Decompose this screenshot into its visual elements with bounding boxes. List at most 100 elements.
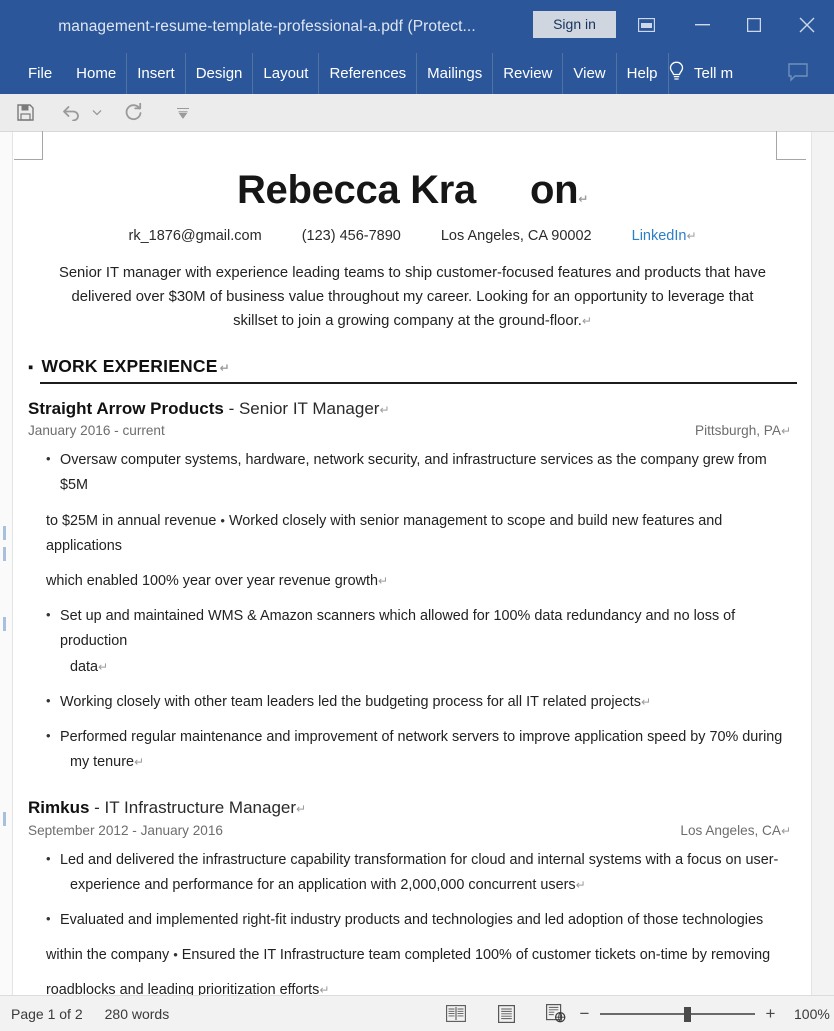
tell-me-search[interactable]: Tell m: [668, 53, 733, 94]
bullet-text: which enabled 100% year over year revenu…: [46, 572, 378, 589]
section-divider: [40, 381, 797, 384]
document-canvas[interactable]: Rebecca Kra on↵ rk_1876@gmail.com (123) 4…: [0, 131, 834, 1031]
zoom-out-button[interactable]: −: [578, 1004, 591, 1024]
job-meta-1: September 2012 - January 2016 Los Angele…: [28, 823, 797, 838]
section-heading-label: WORK EXPERIENCE: [41, 355, 218, 376]
bullet-line: • Oversaw computer systems, hardware, net…: [28, 448, 797, 498]
print-layout-icon[interactable]: [494, 1003, 518, 1025]
quick-access-toolbar: [0, 94, 834, 132]
save-icon[interactable]: [8, 96, 42, 130]
contact-location: Los Angeles, CA 90002: [440, 228, 592, 244]
section-heading-work-experience: ▪ WORK EXPERIENCE ↵: [28, 356, 797, 377]
page-indicator[interactable]: Page 1 of 2: [11, 1006, 83, 1022]
view-buttons: [444, 1003, 568, 1025]
tab-design[interactable]: Design: [186, 53, 254, 94]
bullet-text: experience and performance for an applic…: [70, 876, 576, 893]
bullet-dot-icon: •: [46, 607, 51, 623]
bullet-dot-icon: •: [46, 911, 51, 927]
bullet-line: • Set up and maintained WMS & Amazon scan…: [28, 604, 797, 654]
bullet-text: Working closely with other team leaders …: [60, 693, 641, 710]
tab-review[interactable]: Review: [493, 53, 564, 94]
bullet-text: Set up and maintained WMS & Amazon scann…: [60, 608, 736, 650]
change-bar: [3, 547, 6, 561]
tab-help[interactable]: Help: [617, 53, 669, 94]
resume-summary: Senior IT manager with experience leadin…: [50, 262, 775, 334]
right-gutter: [811, 132, 834, 995]
job-role-1: IT Infrastructure Manager: [104, 798, 297, 818]
paragraph-mark: ↵: [575, 877, 586, 892]
bullet-dot-icon: •: [46, 850, 51, 866]
job-meta-0: January 2016 - current Pittsburgh, PA↵: [28, 423, 797, 438]
undo-dropdown-icon[interactable]: [88, 96, 106, 130]
job-dates-0: January 2016 - current: [28, 423, 165, 439]
paragraph-mark: ↵: [219, 360, 230, 375]
tab-home[interactable]: Home: [66, 53, 128, 94]
job-company-0: Straight Arrow Products: [28, 398, 224, 418]
sign-in-button[interactable]: Sign in: [533, 11, 616, 38]
bullet-line: • Led and delivered the infrastructure ca…: [28, 848, 797, 873]
contact-email: rk_1876@gmail.com: [128, 228, 262, 244]
minimize-icon[interactable]: [683, 6, 721, 44]
bullet-line: which enabled 100% year over year revenu…: [28, 569, 797, 594]
paragraph-mark: ↵: [578, 192, 589, 206]
zoom-control: − + 100%: [578, 1004, 834, 1024]
bullet-text: Evaluated and implemented right-fit indu…: [60, 912, 764, 929]
job-bullets-0: • Oversaw computer systems, hardware, net…: [28, 448, 797, 775]
undo-icon[interactable]: [54, 96, 88, 130]
resume-contact-row: rk_1876@gmail.com (123) 456-7890 Los Ang…: [28, 228, 797, 244]
tab-view[interactable]: View: [563, 53, 617, 94]
customize-quick-access-toolbar-icon[interactable]: [166, 96, 200, 130]
resume-name: Rebecca Kra on↵: [28, 168, 797, 212]
zoom-slider[interactable]: [600, 1006, 755, 1022]
contact-linkedin-link[interactable]: LinkedIn: [632, 228, 687, 244]
document-page[interactable]: Rebecca Kra on↵ rk_1876@gmail.com (123) 4…: [14, 131, 811, 1031]
paragraph-mark: ↵: [98, 659, 109, 674]
bullet-line: • Performed regular maintenance and impro…: [28, 725, 797, 750]
bullet-line: experience and performance for an applic…: [28, 873, 797, 898]
bullet-text-continued: Ensured the IT Infrastructure team compl…: [181, 947, 771, 964]
maximize-icon[interactable]: [735, 6, 773, 44]
status-bar-left: Page 1 of 2 280 words: [11, 1006, 169, 1022]
resume-summary-text: Senior IT manager with experience leadin…: [58, 265, 767, 329]
redo-icon[interactable]: [116, 96, 150, 130]
bullet-dot-icon: •: [46, 692, 51, 708]
word-count[interactable]: 280 words: [105, 1006, 170, 1022]
ribbon-display-options-icon[interactable]: [627, 6, 665, 44]
paragraph-mark: ↵: [296, 802, 307, 817]
zoom-slider-handle[interactable]: [684, 1006, 691, 1022]
tab-insert[interactable]: Insert: [127, 53, 186, 94]
comment-icon[interactable]: [788, 63, 808, 87]
zoom-level-label[interactable]: 100%: [794, 1006, 834, 1022]
bullet-line: data↵: [28, 655, 797, 680]
resume-content: Rebecca Kra on↵ rk_1876@gmail.com (123) 4…: [28, 160, 797, 1031]
job-dates-1: September 2012 - January 2016: [28, 822, 223, 838]
job-location-1: Los Angeles, CA: [680, 822, 781, 838]
resume-name-part2: on: [530, 168, 579, 212]
web-layout-icon[interactable]: [544, 1003, 568, 1025]
margin-marker-top-right: [776, 131, 806, 160]
left-gutter: [0, 132, 13, 995]
tell-me-label: Tell m: [694, 65, 734, 82]
bullet-line: • Working closely with other team leaders…: [28, 690, 797, 715]
paragraph-mark: ↵: [780, 424, 791, 439]
zoom-in-button[interactable]: +: [764, 1004, 777, 1024]
square-bullet-icon: ▪: [28, 358, 34, 376]
inline-bullet-dot-icon: •: [173, 947, 178, 963]
close-icon[interactable]: [788, 6, 826, 44]
contact-phone: (123) 456-7890: [301, 228, 401, 244]
paragraph-mark: ↵: [134, 755, 145, 770]
change-bar: [3, 617, 6, 631]
job-separator-0: -: [223, 398, 239, 418]
paragraph-mark: ↵: [379, 402, 390, 417]
tab-mailings[interactable]: Mailings: [417, 53, 494, 94]
read-mode-icon[interactable]: [444, 1003, 468, 1025]
bullet-text: data: [70, 658, 99, 675]
change-bar: [3, 526, 6, 540]
tab-references[interactable]: References: [319, 53, 418, 94]
word-application-window: management-resume-template-professional-…: [0, 0, 834, 1031]
lightbulb-icon: [668, 61, 685, 86]
tab-file[interactable]: File: [0, 53, 66, 94]
margin-marker-top-left: [14, 131, 43, 160]
tab-layout[interactable]: Layout: [253, 53, 320, 94]
bullet-line: to $25M in annual revenue • Worked close…: [28, 509, 797, 559]
